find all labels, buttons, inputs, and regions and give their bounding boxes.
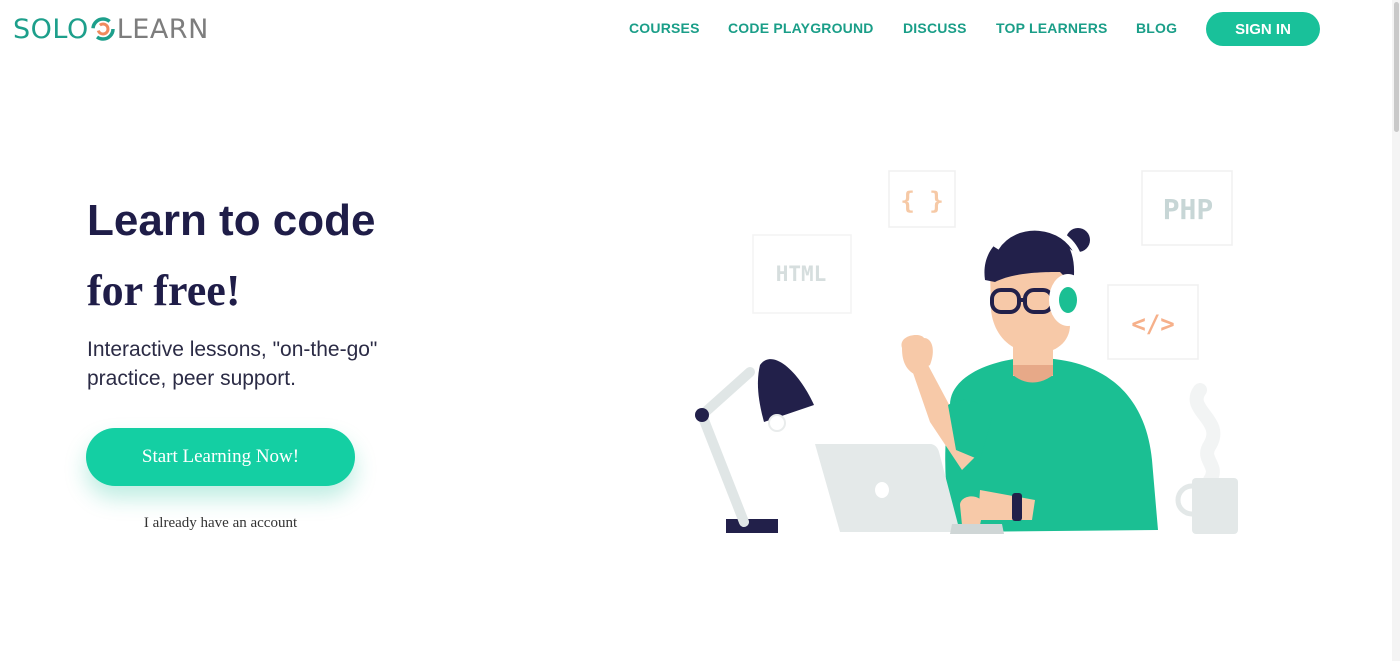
html-card: HTML bbox=[752, 234, 852, 314]
nav-top-learners[interactable]: TOP LEARNERS bbox=[996, 20, 1108, 36]
nav-code-playground[interactable]: CODE PLAYGROUND bbox=[728, 20, 874, 36]
braces-card-text: { } bbox=[900, 187, 943, 215]
coffee-mug bbox=[1175, 383, 1238, 534]
start-learning-button[interactable]: Start Learning Now! bbox=[86, 428, 355, 486]
logo-swirl-icon bbox=[90, 17, 115, 41]
hero-headline-line2: for free! bbox=[87, 266, 241, 315]
hero-illustration: { } PHP HTML </> bbox=[695, 170, 1238, 534]
sign-in-button[interactable]: SIGN IN bbox=[1206, 12, 1320, 46]
page-scrollbar[interactable] bbox=[1392, 0, 1400, 661]
code-tag-card-text: </> bbox=[1131, 310, 1174, 338]
php-card-text: PHP bbox=[1163, 193, 1214, 226]
code-tag-icon: </> bbox=[1107, 284, 1199, 360]
nav-courses[interactable]: COURSES bbox=[629, 20, 700, 36]
nav-blog[interactable]: BLOG bbox=[1136, 20, 1177, 36]
desk-lamp bbox=[695, 359, 814, 533]
logo-text-learn: LEARN bbox=[116, 13, 209, 45]
html-card-text: HTML bbox=[776, 262, 827, 286]
hero-headline-line1: Learn to code bbox=[87, 196, 376, 245]
scrollbar-thumb[interactable] bbox=[1394, 2, 1399, 132]
logo-text-solo: SOLO bbox=[13, 13, 89, 45]
hero-subtitle: Interactive lessons, "on-the-go" practic… bbox=[87, 338, 378, 390]
existing-account-link[interactable]: I already have an account bbox=[86, 515, 355, 532]
nav-discuss[interactable]: DISCUSS bbox=[903, 20, 967, 36]
sololearn-logo[interactable]: SOLO LEARN bbox=[13, 13, 209, 45]
php-card: PHP bbox=[1141, 170, 1233, 246]
braces-icon: { } bbox=[888, 170, 956, 228]
